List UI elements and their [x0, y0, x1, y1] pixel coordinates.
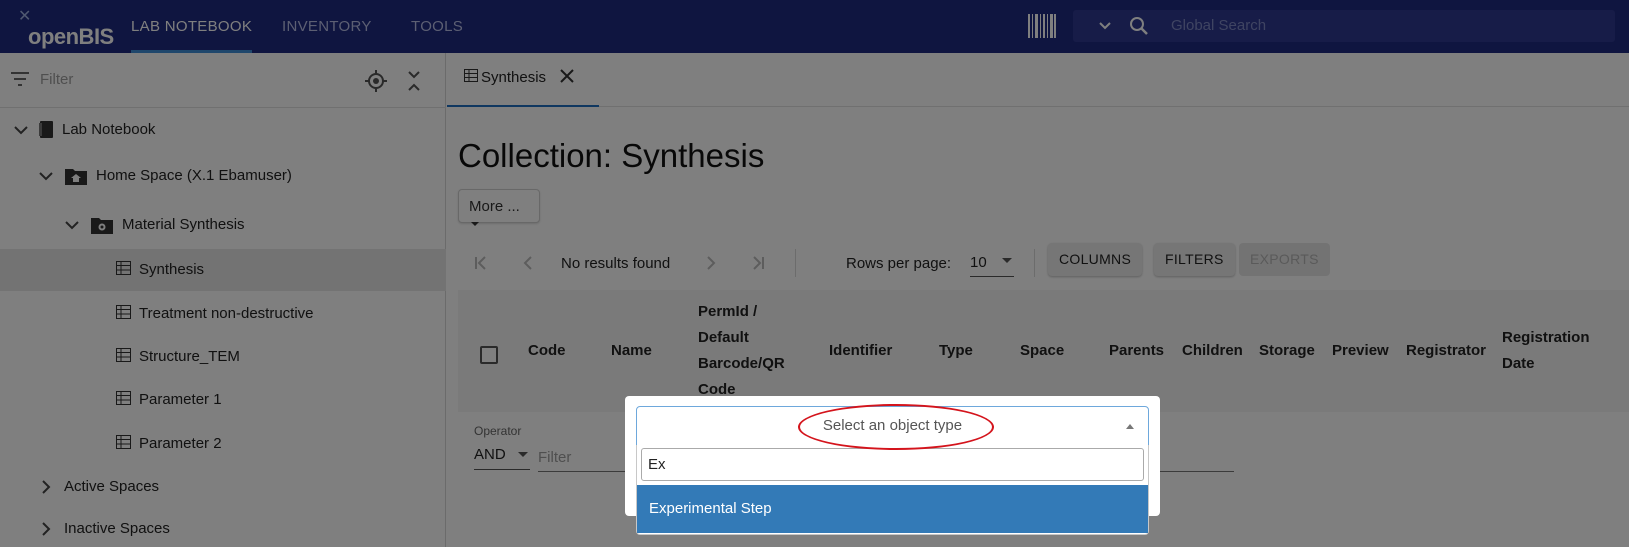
- caret-up-icon: [1126, 424, 1134, 429]
- option-experimental-step[interactable]: Experimental Step: [637, 485, 1148, 533]
- object-type-dropdown-panel: Ex Experimental Step: [636, 445, 1149, 535]
- red-highlight-ellipse: [798, 404, 994, 450]
- object-type-search-input[interactable]: Ex: [641, 448, 1144, 481]
